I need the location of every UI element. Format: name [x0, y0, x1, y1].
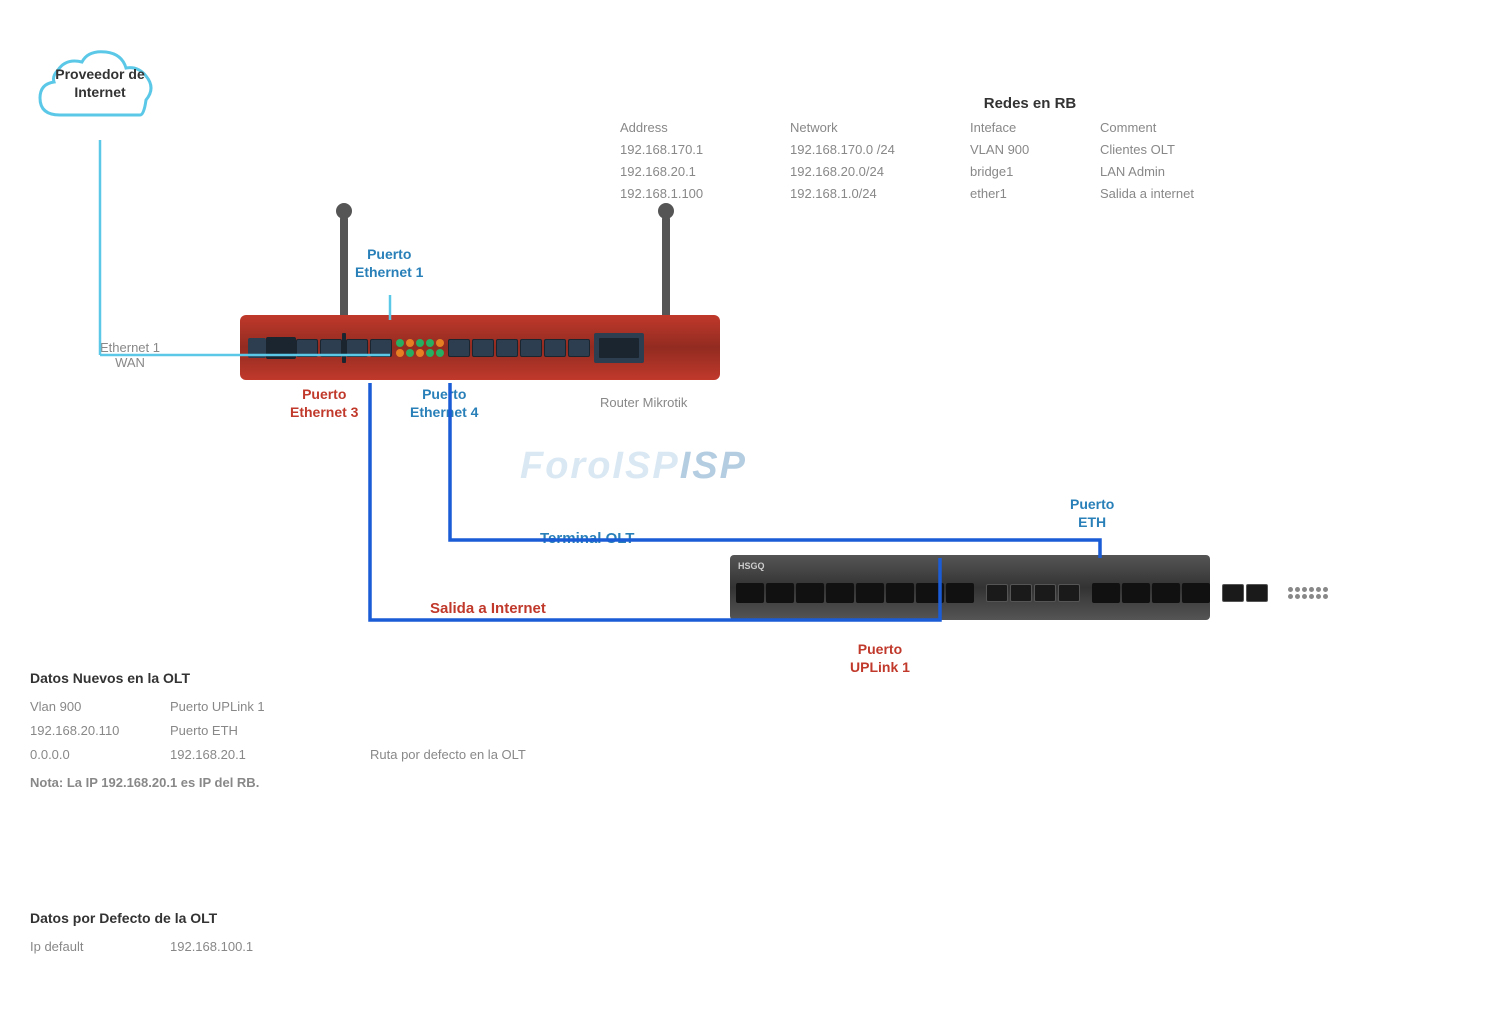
wan-label: Ethernet 1 WAN [100, 340, 160, 370]
datos-defecto-section: Datos por Defecto de la OLT Ip default 1… [30, 910, 530, 958]
led-group [396, 339, 444, 357]
olt-device: HSGQ [730, 555, 1210, 625]
port-group-2 [346, 339, 392, 357]
dn-row3-col2: 192.168.20.1 [170, 744, 370, 766]
eth-port-7 [496, 339, 518, 357]
redes-grid: Address Network Inteface Comment 192.168… [620, 120, 1440, 205]
eth-port-8 [520, 339, 542, 357]
dn-row3-col3: Ruta por defecto en la OLT [370, 744, 710, 766]
olt-pon-port-1 [736, 583, 764, 603]
olt-uplink-port-4 [1182, 583, 1210, 603]
mikrotik-router [240, 315, 730, 390]
cloud-shape: Proveedor de Internet [30, 40, 170, 140]
olt-rj45-2 [1246, 584, 1268, 602]
led-6 [396, 349, 404, 357]
cloud-label: Proveedor de Internet [30, 65, 170, 101]
datos-nuevos-title: Datos Nuevos en la OLT [30, 670, 710, 686]
dd-label: Ip default [30, 936, 170, 958]
olt-uplink-port-2 [1122, 583, 1150, 603]
dn-row3-col1: 0.0.0.0 [30, 744, 170, 766]
led-5 [436, 339, 444, 347]
col-header-address: Address [620, 120, 790, 135]
eth-port-3 [346, 339, 368, 357]
watermark: ForoISPISP [520, 445, 747, 488]
antenna-right [662, 215, 670, 320]
dn-row2-col3 [370, 720, 710, 742]
port-group-1 [296, 339, 342, 357]
dn-row2-col1: 192.168.20.110 [30, 720, 170, 742]
led-1 [396, 339, 404, 347]
led-2 [406, 339, 414, 347]
led-4 [426, 339, 434, 347]
olt-rj45-1 [1222, 584, 1244, 602]
row1-address: 192.168.170.1192.168.20.1192.168.1.100 [620, 139, 790, 205]
led-9 [426, 349, 434, 357]
col-header-interface: Inteface [970, 120, 1100, 135]
olt-pon-port-3 [796, 583, 824, 603]
dn-row1-col1: Vlan 900 [30, 696, 170, 718]
datos-defecto-grid: Ip default 192.168.100.1 [30, 936, 530, 958]
port-group-3 [448, 339, 590, 357]
col-header-comment: Comment [1100, 120, 1300, 135]
olt-uplink-port-3 [1152, 583, 1180, 603]
row1-interface: VLAN 900bridge1ether1 [970, 139, 1100, 205]
redes-table: Redes en RB Address Network Inteface Com… [620, 95, 1440, 205]
olt-pon-port-4 [826, 583, 854, 603]
usb-port [248, 338, 266, 358]
olt-eth-2 [1010, 584, 1032, 602]
port-label-ethernet4: Puerto Ethernet 4 [410, 385, 478, 421]
datos-nuevos-note: Nota: La IP 192.168.20.1 es IP del RB. [30, 772, 710, 794]
eth-port-6 [472, 339, 494, 357]
eth-port-9 [544, 339, 566, 357]
olt-pon-port-5 [856, 583, 884, 603]
olt-uplink-port-1 [1092, 583, 1120, 603]
port-label-ethernet1: Puerto Ethernet 1 [355, 245, 423, 281]
led-3 [416, 339, 424, 347]
port-label-eth-olt: Puerto ETH [1070, 495, 1114, 531]
olt-eth-3 [1034, 584, 1056, 602]
eth-port-4 [370, 339, 392, 357]
dn-row1-col3 [370, 696, 710, 718]
salida-internet-label: Salida a Internet [430, 600, 546, 617]
device-body [240, 315, 720, 380]
redes-title: Redes en RB [620, 95, 1440, 112]
led-8 [416, 349, 424, 357]
dn-row2-col2: Puerto ETH [170, 720, 370, 742]
sfp-port [266, 337, 296, 359]
row1-comment: Clientes OLTLAN AdminSalida a internet [1100, 139, 1300, 205]
datos-nuevos-section: Datos Nuevos en la OLT Vlan 900 Puerto U… [30, 670, 710, 794]
eth-port-2 [320, 339, 342, 357]
olt-body: HSGQ [730, 555, 1210, 620]
olt-eth-4 [1058, 584, 1080, 602]
col-header-network: Network [790, 120, 970, 135]
router-label: Router Mikrotik [600, 395, 687, 410]
port-label-uplink: Puerto UPLink 1 [850, 640, 910, 676]
row1-network: 192.168.170.0 /24192.168.20.0/24192.168.… [790, 139, 970, 205]
eth-port-10 [568, 339, 590, 357]
port-label-ethernet3: Puerto Ethernet 3 [290, 385, 358, 421]
led-7 [406, 349, 414, 357]
olt-pon-port-7 [916, 583, 944, 603]
olt-pon-port-8 [946, 583, 974, 603]
datos-defecto-title: Datos por Defecto de la OLT [30, 910, 530, 926]
terminal-olt-label: Terminal OLT [540, 530, 634, 547]
olt-pon-port-2 [766, 583, 794, 603]
datos-nuevos-grid: Vlan 900 Puerto UPLink 1 192.168.20.110 … [30, 696, 710, 766]
olt-pon-port-6 [886, 583, 914, 603]
dd-value: 192.168.100.1 [170, 936, 370, 958]
led-10 [436, 349, 444, 357]
antenna-left [340, 215, 348, 320]
dn-row1-col2: Puerto UPLink 1 [170, 696, 370, 718]
eth-port-1 [296, 339, 318, 357]
eth-port-5 [448, 339, 470, 357]
olt-eth-1 [986, 584, 1008, 602]
